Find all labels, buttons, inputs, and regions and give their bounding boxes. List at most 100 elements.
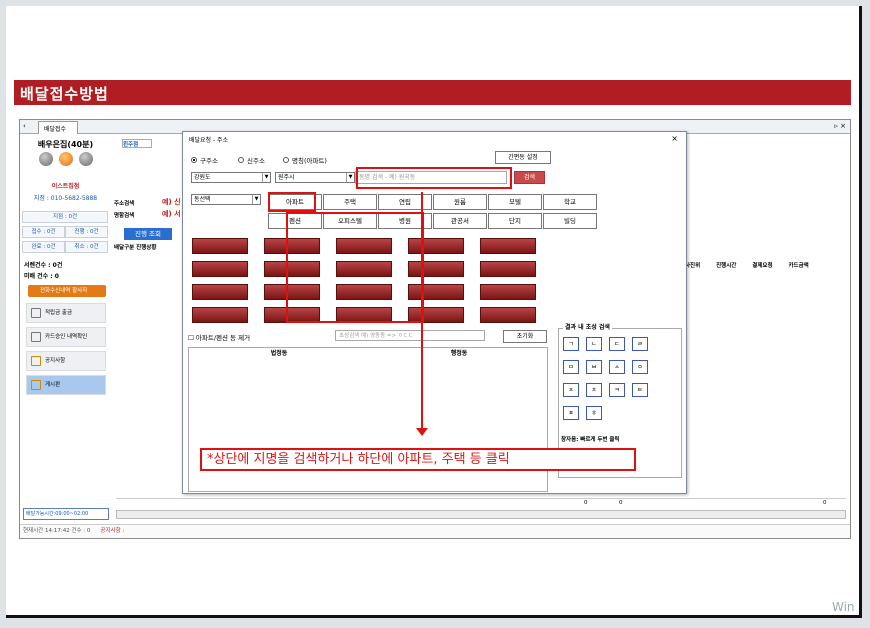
column-header: 진행시간 <box>716 263 737 269</box>
category-school[interactable]: 학교 <box>543 194 597 210</box>
delivery-status-header: 배달구분 진행상황 <box>114 245 157 251</box>
category-villa[interactable]: 연립 <box>378 194 432 210</box>
sidebar-item-card[interactable]: 카드승인 내역확인 <box>26 327 106 347</box>
reset-button[interactable]: 초기화 <box>503 330 547 343</box>
store-phone: 지점 : 010-5682-5888 <box>33 195 98 202</box>
progress-query-button[interactable]: 진행 조회 <box>124 228 172 240</box>
checkbox-label: 아파트/펜션 동 제거 <box>195 334 251 342</box>
total-value: 0 <box>584 500 588 506</box>
category-building[interactable]: 빌딩 <box>543 213 597 229</box>
stat-total: 지점 : 0건 <box>22 211 108 223</box>
result-button[interactable] <box>192 284 248 300</box>
wallet-icon <box>31 308 41 318</box>
consonant-button[interactable]: ㅈ <box>563 383 579 397</box>
category-complex[interactable]: 단지 <box>488 213 542 229</box>
close-icon[interactable]: × <box>671 134 678 143</box>
sidebar-item-board[interactable]: 게시판 <box>26 375 106 395</box>
chevron-down-icon: ▼ <box>346 173 354 182</box>
instruction-callout: *상단에 지명을 검색하거나 하단에 아파트, 주택 등 클릭 <box>200 448 636 471</box>
dialog-title: 배달요청 - 주소 <box>189 137 229 144</box>
dong-select[interactable]: 동선택 ▼ <box>191 194 261 205</box>
sidebar-item-label: 게시판 <box>45 382 61 388</box>
result-button[interactable] <box>480 238 536 254</box>
store-name: 배우은집(40분) <box>37 140 94 149</box>
consonant-button[interactable]: ㅊ <box>586 383 602 397</box>
column-header: 카드금액 <box>788 263 809 269</box>
address-example: 예) 신 <box>162 198 181 206</box>
category-office[interactable]: 관공서 <box>433 213 487 229</box>
card-icon <box>31 332 41 342</box>
consonant-button[interactable]: ㄱ <box>563 337 579 351</box>
select-value: 원주시 <box>278 174 295 181</box>
initial-search-input[interactable]: 초성검색 예) 영동동 => ㅇㄷㄷ <box>335 330 485 341</box>
consonant-button[interactable]: ㄹ <box>632 337 648 351</box>
result-button[interactable] <box>192 238 248 254</box>
consonant-button[interactable]: ㄷ <box>609 337 625 351</box>
chevron-down-icon: ▼ <box>252 195 260 204</box>
total-value: 0 <box>619 500 623 506</box>
sidebar-item-withdraw[interactable]: 적립금 출금 <box>26 303 106 323</box>
banner-title: 배달접수방법 <box>20 85 109 103</box>
result-button[interactable] <box>480 261 536 277</box>
name-search-label: 명함검색 <box>114 213 135 219</box>
watermark: Win <box>832 600 855 614</box>
close-icon[interactable]: ▹ × <box>834 122 846 130</box>
result-button[interactable] <box>192 307 248 323</box>
radio-old-address[interactable]: 구주소 <box>191 155 218 165</box>
category-motel[interactable]: 모텔 <box>488 194 542 210</box>
grid-header: 사진위 진행시간 결제요청 카드금액 <box>685 261 823 269</box>
board-icon <box>31 380 41 390</box>
notice-icon <box>31 356 41 366</box>
category-oneroom[interactable]: 원룸 <box>433 194 487 210</box>
results-highlight <box>286 212 424 323</box>
chevron-down-icon: ▼ <box>262 173 270 182</box>
search-highlight <box>356 167 512 189</box>
consonant-button[interactable]: ㅎ <box>586 406 602 420</box>
tab-delivery[interactable]: 배달접수 <box>38 121 78 134</box>
category-house[interactable]: 주택 <box>323 194 377 210</box>
search-button[interactable]: 검색 <box>514 171 545 184</box>
radio-label: 구주소 <box>200 157 218 165</box>
pointer-line <box>421 192 423 429</box>
radio-name[interactable]: 명칭(아파트) <box>283 155 327 165</box>
status-bar: 현재시간 14:17:42 건수 : 0 공지사항 : <box>20 524 850 538</box>
arrow-down-icon <box>416 428 428 436</box>
address-search-label: 주소검색 <box>114 201 135 207</box>
consonant-button[interactable]: ㅅ <box>609 360 625 374</box>
consonant-button[interactable]: ㅍ <box>563 406 579 420</box>
stat-cancel: 취소 : 0건 <box>65 241 108 253</box>
consonant-button[interactable]: ㅋ <box>609 383 625 397</box>
result-button[interactable] <box>480 307 536 323</box>
consonant-button[interactable]: ㅌ <box>632 383 648 397</box>
name-example: 예) 서 <box>162 210 181 218</box>
total-value: 0 <box>823 500 827 506</box>
consonant-button[interactable]: ㅇ <box>632 360 648 374</box>
call-history-button[interactable]: 전화수신내역 할사자 <box>28 285 106 297</box>
count-label: 서렌건수 : 0건 <box>24 262 63 269</box>
horizontal-scrollbar[interactable] <box>116 510 846 519</box>
radio-new-address[interactable]: 신주소 <box>238 155 265 165</box>
consonant-title: 결과 내 초성 검색 <box>563 322 612 331</box>
left-panel: 배우은집(40분) 이스트집점 지점 : 010-5682-5888 지점 : … <box>22 136 109 521</box>
city-select[interactable]: 원주시 ▼ <box>275 172 355 183</box>
column-header: 법정동 <box>270 350 288 357</box>
stat-received: 접수 : 0건 <box>22 226 65 238</box>
consonant-button[interactable]: ㅂ <box>586 360 602 374</box>
select-value: 동선택 <box>194 196 211 203</box>
region-select[interactable]: 강원도 ▼ <box>191 172 271 183</box>
branch-label: 왼주점 <box>122 139 152 148</box>
status-light-icon <box>39 152 53 166</box>
stat-row: 완료 : 0건 취소 : 0건 <box>22 241 108 253</box>
sidebar-item-label: 적립금 출금 <box>45 310 73 316</box>
consonant-hint: 창자음: 빠르게 두번 클릭 <box>561 437 620 443</box>
radio-label: 신주소 <box>247 157 265 165</box>
consonant-button[interactable]: ㄴ <box>586 337 602 351</box>
manage-button[interactable]: 간편동 설정 <box>495 151 551 164</box>
result-button[interactable] <box>192 261 248 277</box>
consonant-button[interactable]: ㅁ <box>563 360 579 374</box>
remove-dong-checkbox[interactable]: ☐ 아파트/펜션 동 제거 <box>188 332 250 342</box>
tab-left-arrow-icon[interactable]: ‹ <box>23 122 26 130</box>
result-button[interactable] <box>480 284 536 300</box>
column-header: 사진위 <box>685 263 701 269</box>
sidebar-item-notice[interactable]: 공지사항 <box>26 351 106 371</box>
